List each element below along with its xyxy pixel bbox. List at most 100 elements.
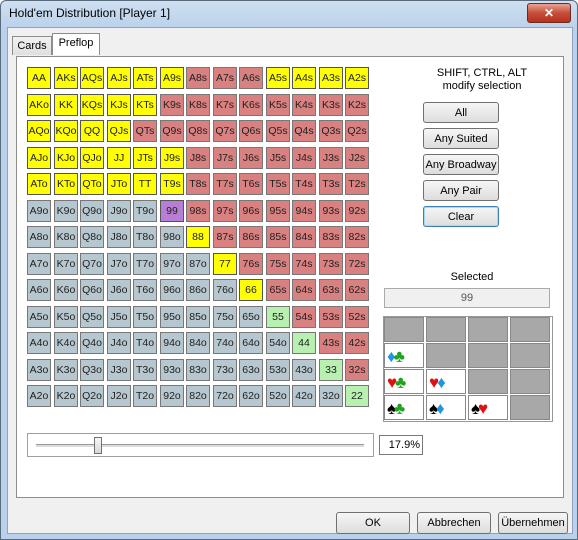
hand-cell-t5o[interactable]: T5o (133, 306, 157, 328)
hand-cell-86o[interactable]: 86o (186, 279, 210, 301)
hand-cell-j6s[interactable]: J6s (239, 147, 263, 169)
hand-cell-66[interactable]: 66 (239, 279, 263, 301)
hand-cell-54o[interactable]: 54o (266, 332, 290, 354)
hand-cell-82s[interactable]: 82s (345, 226, 369, 248)
hand-cell-aks[interactable]: AKs (54, 67, 78, 89)
hand-cell-85s[interactable]: 85s (266, 226, 290, 248)
hand-cell-76s[interactable]: 76s (239, 253, 263, 275)
hand-cell-k2o[interactable]: K2o (54, 385, 78, 407)
hand-cell-kts[interactable]: KTs (133, 94, 157, 116)
hand-cell-k3o[interactable]: K3o (54, 359, 78, 381)
hand-cell-52o[interactable]: 52o (266, 385, 290, 407)
suit-combo-cell-empty[interactable] (468, 343, 508, 368)
all-button[interactable]: All (423, 102, 499, 123)
hand-cell-kto[interactable]: KTo (54, 173, 78, 195)
any-broadway-button[interactable]: Any Broadway (423, 154, 499, 175)
hand-cell-74s[interactable]: 74s (292, 253, 316, 275)
hand-cell-a3s[interactable]: A3s (319, 67, 343, 89)
suit-combo-cell-empty[interactable] (510, 369, 550, 394)
hand-cell-kqs[interactable]: KQs (80, 94, 104, 116)
hand-cell-a7o[interactable]: A7o (27, 253, 51, 275)
hand-cell-t6o[interactable]: T6o (133, 279, 157, 301)
hand-cell-qts[interactable]: QTs (133, 120, 157, 142)
any-pair-button[interactable]: Any Pair (423, 180, 499, 201)
hand-cell-j7o[interactable]: J7o (107, 253, 131, 275)
hand-cell-q4o[interactable]: Q4o (80, 332, 104, 354)
hand-cell-t3s[interactable]: T3s (319, 173, 343, 195)
suit-combo-cell-empty[interactable] (468, 369, 508, 394)
hand-cell-a2s[interactable]: A2s (345, 67, 369, 89)
hand-cell-jj[interactable]: JJ (107, 147, 131, 169)
suit-combo-cell[interactable]: ♦♣ (384, 343, 424, 368)
hand-cell-74o[interactable]: 74o (213, 332, 237, 354)
hand-cell-k8s[interactable]: K8s (186, 94, 210, 116)
hand-cell-k9o[interactable]: K9o (54, 200, 78, 222)
hand-cell-k9s[interactable]: K9s (160, 94, 184, 116)
hand-cell-32s[interactable]: 32s (345, 359, 369, 381)
hand-cell-43o[interactable]: 43o (292, 359, 316, 381)
hand-cell-t2o[interactable]: T2o (133, 385, 157, 407)
hand-cell-a5s[interactable]: A5s (266, 67, 290, 89)
hand-cell-a7s[interactable]: A7s (213, 67, 237, 89)
hand-cell-44[interactable]: 44 (292, 332, 316, 354)
hand-cell-a8o[interactable]: A8o (27, 226, 51, 248)
hand-cell-k6s[interactable]: K6s (239, 94, 263, 116)
any-suited-button[interactable]: Any Suited (423, 128, 499, 149)
hand-cell-qjs[interactable]: QJs (107, 120, 131, 142)
hand-cell-t9s[interactable]: T9s (160, 173, 184, 195)
hand-cell-q6o[interactable]: Q6o (80, 279, 104, 301)
hand-cell-qto[interactable]: QTo (80, 173, 104, 195)
range-percent-field[interactable]: 17.9% (379, 435, 423, 455)
hand-cell-t7s[interactable]: T7s (213, 173, 237, 195)
hand-cell-j3o[interactable]: J3o (107, 359, 131, 381)
hand-cell-t8s[interactable]: T8s (186, 173, 210, 195)
suit-combo-cell-empty[interactable] (510, 343, 550, 368)
hand-cell-42o[interactable]: 42o (292, 385, 316, 407)
hand-cell-a9o[interactable]: A9o (27, 200, 51, 222)
hand-cell-a4o[interactable]: A4o (27, 332, 51, 354)
hand-cell-t7o[interactable]: T7o (133, 253, 157, 275)
hand-cell-63s[interactable]: 63s (319, 279, 343, 301)
hand-cell-kqo[interactable]: KQo (54, 120, 78, 142)
hand-cell-q7s[interactable]: Q7s (213, 120, 237, 142)
hand-cell-ajs[interactable]: AJs (107, 67, 131, 89)
hand-cell-98o[interactable]: 98o (160, 226, 184, 248)
hand-cell-95o[interactable]: 95o (160, 306, 184, 328)
suit-combo-cell[interactable]: ♠♦ (426, 395, 466, 420)
hand-cell-j5o[interactable]: J5o (107, 306, 131, 328)
hand-cell-94o[interactable]: 94o (160, 332, 184, 354)
hand-cell-t4s[interactable]: T4s (292, 173, 316, 195)
hand-cell-q3s[interactable]: Q3s (319, 120, 343, 142)
hand-cell-j8s[interactable]: J8s (186, 147, 210, 169)
hand-cell-q9s[interactable]: Q9s (160, 120, 184, 142)
hand-cell-55[interactable]: 55 (266, 306, 290, 328)
clear-button[interactable]: Clear (423, 206, 499, 227)
hand-cell-t8o[interactable]: T8o (133, 226, 157, 248)
hand-cell-ats[interactable]: ATs (133, 67, 157, 89)
hand-cell-65s[interactable]: 65s (266, 279, 290, 301)
suit-combo-cell[interactable]: ♥♣ (384, 369, 424, 394)
hand-cell-kjs[interactable]: KJs (107, 94, 131, 116)
cancel-button[interactable]: Abbrechen (417, 512, 491, 534)
hand-cell-j5s[interactable]: J5s (266, 147, 290, 169)
hand-cell-72s[interactable]: 72s (345, 253, 369, 275)
hand-cell-62s[interactable]: 62s (345, 279, 369, 301)
hand-cell-83s[interactable]: 83s (319, 226, 343, 248)
hand-cell-62o[interactable]: 62o (239, 385, 263, 407)
hand-cell-ajo[interactable]: AJo (27, 147, 51, 169)
hand-cell-q7o[interactable]: Q7o (80, 253, 104, 275)
suit-combo-cell[interactable]: ♥♦ (426, 369, 466, 394)
hand-cell-k8o[interactable]: K8o (54, 226, 78, 248)
hand-cell-a5o[interactable]: A5o (27, 306, 51, 328)
hand-cell-52s[interactable]: 52s (345, 306, 369, 328)
range-slider[interactable] (27, 433, 374, 457)
hand-cell-75s[interactable]: 75s (266, 253, 290, 275)
hand-cell-a3o[interactable]: A3o (27, 359, 51, 381)
hand-cell-t2s[interactable]: T2s (345, 173, 369, 195)
hand-cell-j4o[interactable]: J4o (107, 332, 131, 354)
hand-cell-42s[interactable]: 42s (345, 332, 369, 354)
hand-cell-q6s[interactable]: Q6s (239, 120, 263, 142)
hand-cell-j2o[interactable]: J2o (107, 385, 131, 407)
hand-cell-jts[interactable]: JTs (133, 147, 157, 169)
suit-combo-cell-empty[interactable] (426, 343, 466, 368)
